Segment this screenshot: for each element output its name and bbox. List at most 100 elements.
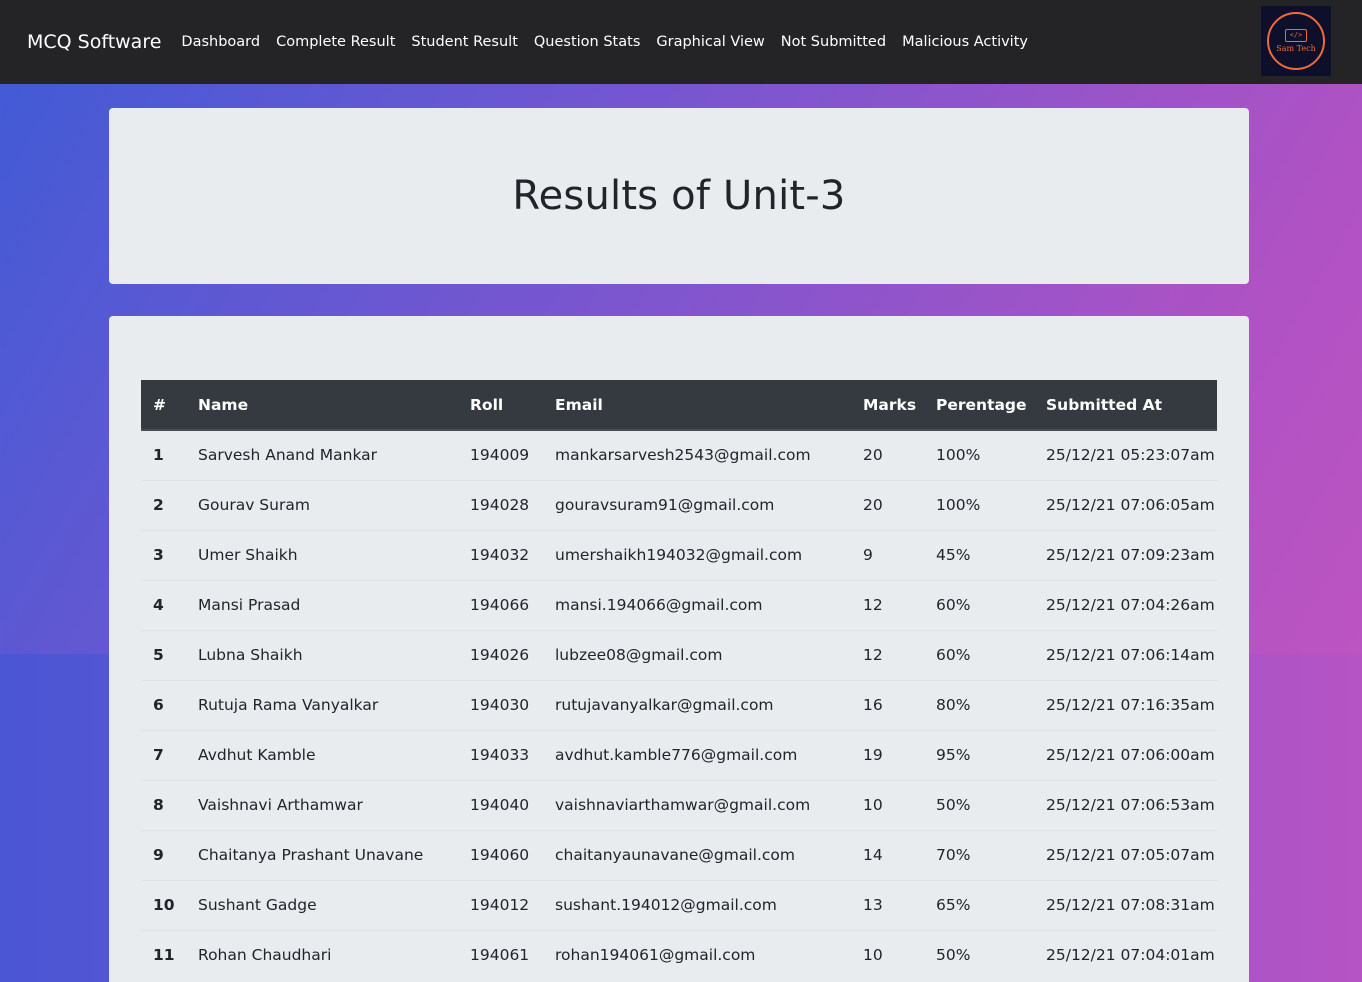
table-row: 1 Sarvesh Anand Mankar 194009 mankarsarvesh… <box>141 429 1217 480</box>
cell-index: 1 <box>141 429 198 480</box>
cell-submitted-at: 25/12/21 07:16:35am <box>1046 679 1217 730</box>
cell-submitted-at: 25/12/21 07:04:01am <box>1046 929 1217 980</box>
header-roll: Roll <box>470 380 555 431</box>
cell-percentage: 100% <box>936 479 1046 530</box>
table-row: 5 Lubna Shaikh 194026 lubzee08@gmail.com 12 6… <box>141 629 1217 680</box>
cell-marks: 20 <box>863 429 936 480</box>
cell-email: avdhut.kamble776@gmail.com <box>555 729 863 780</box>
cell-email: umershaikh194032@gmail.com <box>555 529 863 580</box>
cell-percentage: 50% <box>936 779 1046 830</box>
cell-marks: 12 <box>863 629 936 680</box>
logo[interactable]: </> Sam Tech <box>1261 6 1331 76</box>
laptop-icon: </> <box>1285 29 1307 42</box>
cell-index: 2 <box>141 479 198 530</box>
cell-name: Avdhut Kamble <box>198 729 470 780</box>
cell-index: 8 <box>141 779 198 830</box>
cell-email: vaishnaviarthamwar@gmail.com <box>555 779 863 830</box>
cell-index: 11 <box>141 929 198 980</box>
cell-name: Rohan Chaudhari <box>198 929 470 980</box>
cell-percentage: 80% <box>936 679 1046 730</box>
cell-roll: 194026 <box>470 629 555 680</box>
cell-roll: 194009 <box>470 429 555 480</box>
table-row: 3 Umer Shaikh 194032 umershaikh194032@gmail… <box>141 529 1217 580</box>
cell-email: gouravsuram91@gmail.com <box>555 479 863 530</box>
cell-submitted-at: 25/12/21 07:06:14am <box>1046 629 1217 680</box>
cell-percentage: 45% <box>936 529 1046 580</box>
cell-submitted-at: 25/12/21 07:08:31am <box>1046 879 1217 930</box>
nav-link-graphical-view[interactable]: Graphical View <box>648 34 772 50</box>
cell-roll: 194066 <box>470 579 555 630</box>
cell-marks: 9 <box>863 529 936 580</box>
cell-submitted-at: 25/12/21 07:09:23am <box>1046 529 1217 580</box>
cell-email: mankarsarvesh2543@gmail.com <box>555 429 863 480</box>
cell-email: sushant.194012@gmail.com <box>555 879 863 930</box>
cell-percentage: 100% <box>936 429 1046 480</box>
cell-name: Sushant Gadge <box>198 879 470 930</box>
cell-name: Gourav Suram <box>198 479 470 530</box>
results-table: # Name Roll Email Marks Perentage Submit… <box>141 380 1217 980</box>
cell-roll: 194033 <box>470 729 555 780</box>
cell-index: 5 <box>141 629 198 680</box>
cell-roll: 194028 <box>470 479 555 530</box>
cell-submitted-at: 25/12/21 07:06:00am <box>1046 729 1217 780</box>
cell-roll: 194030 <box>470 679 555 730</box>
nav-link-not-submitted[interactable]: Not Submitted <box>773 34 894 50</box>
logo-ring: </> Sam Tech <box>1267 12 1325 70</box>
cell-roll: 194060 <box>470 829 555 880</box>
cell-submitted-at: 25/12/21 07:06:05am <box>1046 479 1217 530</box>
cell-roll: 194032 <box>470 529 555 580</box>
cell-roll: 194061 <box>470 929 555 980</box>
nav-link-complete-result[interactable]: Complete Result <box>268 34 403 50</box>
cell-email: rutujavanyalkar@gmail.com <box>555 679 863 730</box>
table-row: 10 Sushant Gadge 194012 sushant.194012@gmai… <box>141 879 1217 930</box>
header-name: Name <box>198 380 470 431</box>
cell-marks: 20 <box>863 479 936 530</box>
header-index: # <box>141 380 198 431</box>
cell-name: Umer Shaikh <box>198 529 470 580</box>
cell-roll: 194012 <box>470 879 555 930</box>
title-card: Results of Unit-3 <box>109 108 1249 284</box>
cell-name: Rutuja Rama Vanyalkar <box>198 679 470 730</box>
nav-link-question-stats[interactable]: Question Stats <box>526 34 648 50</box>
cell-index: 10 <box>141 879 198 930</box>
table-row: 8 Vaishnavi Arthamwar 194040 vaishnaviartha… <box>141 779 1217 830</box>
table-row: 6 Rutuja Rama Vanyalkar 194030 rutujavanyal… <box>141 679 1217 730</box>
header-submitted-at: Submitted At <box>1046 380 1217 431</box>
cell-name: Lubna Shaikh <box>198 629 470 680</box>
cell-marks: 13 <box>863 879 936 930</box>
results-card: # Name Roll Email Marks Perentage Submit… <box>109 316 1249 982</box>
navbar: MCQ Software Dashboard Complete Result S… <box>0 0 1362 84</box>
cell-name: Vaishnavi Arthamwar <box>198 779 470 830</box>
table-row: 9 Chaitanya Prashant Unavane 194060 chaitan… <box>141 829 1217 880</box>
nav-link-student-result[interactable]: Student Result <box>403 34 526 50</box>
cell-index: 7 <box>141 729 198 780</box>
cell-index: 9 <box>141 829 198 880</box>
cell-email: rohan194061@gmail.com <box>555 929 863 980</box>
cell-marks: 14 <box>863 829 936 880</box>
brand[interactable]: MCQ Software <box>27 31 161 53</box>
cell-marks: 10 <box>863 779 936 830</box>
cell-percentage: 95% <box>936 729 1046 780</box>
table-row: 4 Mansi Prasad 194066 mansi.194066@gmail.co… <box>141 579 1217 630</box>
cell-name: Sarvesh Anand Mankar <box>198 429 470 480</box>
table-header-row: # Name Roll Email Marks Perentage Submit… <box>141 380 1217 431</box>
cell-name: Mansi Prasad <box>198 579 470 630</box>
nav-link-dashboard[interactable]: Dashboard <box>173 34 268 50</box>
cell-marks: 10 <box>863 929 936 980</box>
logo-text: Sam Tech <box>1276 44 1316 53</box>
cell-marks: 19 <box>863 729 936 780</box>
cell-index: 6 <box>141 679 198 730</box>
cell-submitted-at: 25/12/21 07:04:26am <box>1046 579 1217 630</box>
cell-submitted-at: 25/12/21 05:23:07am <box>1046 429 1217 480</box>
cell-submitted-at: 25/12/21 07:05:07am <box>1046 829 1217 880</box>
cell-email: lubzee08@gmail.com <box>555 629 863 680</box>
page-title: Results of Unit-3 <box>512 173 846 219</box>
table-row: 2 Gourav Suram 194028 gouravsuram91@gmail.c… <box>141 479 1217 530</box>
cell-roll: 194040 <box>470 779 555 830</box>
nav-link-malicious-activity[interactable]: Malicious Activity <box>894 34 1036 50</box>
cell-percentage: 60% <box>936 579 1046 630</box>
cell-index: 3 <box>141 529 198 580</box>
cell-percentage: 60% <box>936 629 1046 680</box>
cell-percentage: 50% <box>936 929 1046 980</box>
cell-percentage: 65% <box>936 879 1046 930</box>
